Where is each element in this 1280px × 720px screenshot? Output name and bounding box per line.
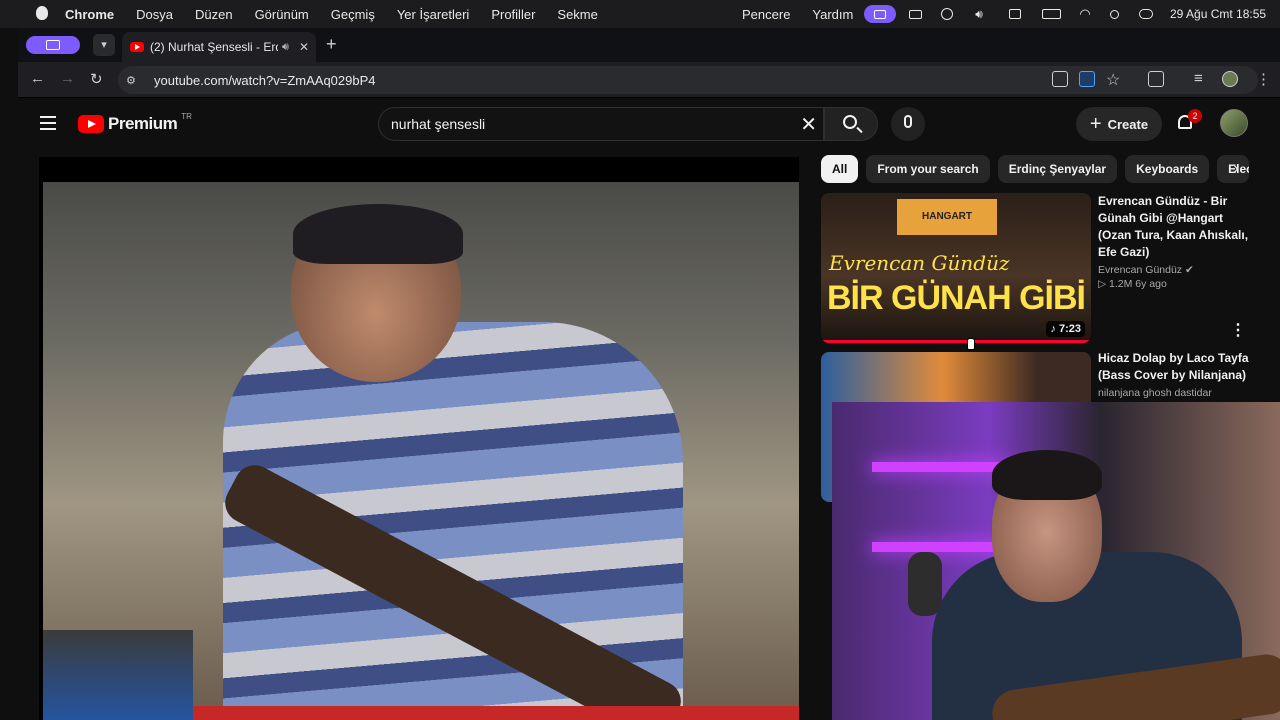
bookmark-star-icon[interactable]: ☆ bbox=[1106, 70, 1120, 90]
video-title[interactable]: Evrencan Gündüz - Bir Günah Gibi @Hangar… bbox=[1098, 193, 1253, 261]
volume-icon[interactable]: 🔊︎ bbox=[970, 5, 988, 23]
media-control-icon[interactable]: ≡ bbox=[1194, 70, 1203, 87]
video-info: Hicaz Dolap by Laco Tayfa (Bass Cover by… bbox=[1098, 350, 1253, 399]
video-frame[interactable] bbox=[43, 182, 799, 720]
avatar[interactable] bbox=[1220, 109, 1248, 137]
webcam-person-hair bbox=[992, 450, 1102, 500]
new-tab-button[interactable]: + bbox=[326, 34, 337, 55]
webcam-shelf bbox=[872, 542, 1012, 552]
logo-text: Premium bbox=[108, 114, 178, 133]
more-options-icon[interactable]: ⋮ bbox=[1230, 320, 1246, 340]
extensions-icon[interactable] bbox=[1148, 71, 1164, 87]
search-button[interactable] bbox=[824, 107, 878, 141]
youtube-favicon-icon bbox=[130, 42, 144, 52]
reload-icon[interactable]: ↻ bbox=[90, 70, 103, 88]
thumb-big-text: BİR GÜNAH GİBİ bbox=[827, 279, 1086, 317]
tab-active[interactable]: (2) Nurhat Şensesli - Erdi 🔊︎ ✕ bbox=[122, 32, 316, 62]
filter-chips: All From your search Erdinç Şenyaylar Ke… bbox=[821, 155, 1250, 183]
country-code: TR bbox=[181, 111, 192, 121]
verified-icon: ✔ bbox=[1184, 264, 1194, 276]
video-title[interactable]: Hicaz Dolap by Laco Tayfa (Bass Cover by… bbox=[1098, 350, 1253, 384]
menu-gecmis[interactable]: Geçmiş bbox=[331, 7, 375, 22]
video-performer-hair bbox=[293, 204, 463, 264]
microphone-icon bbox=[904, 115, 912, 128]
menu-yardim[interactable]: Yardım bbox=[812, 7, 853, 22]
webcam-overlay bbox=[832, 402, 1280, 720]
notification-badge: 2 bbox=[1188, 109, 1202, 123]
translate-icon[interactable] bbox=[1052, 71, 1068, 87]
chip-from-your-search[interactable]: From your search bbox=[866, 155, 990, 183]
webcam-microphone bbox=[908, 552, 942, 616]
chevron-right-icon[interactable]: › bbox=[1224, 157, 1248, 181]
tab-search-dropdown[interactable]: ▾ bbox=[93, 34, 115, 56]
chip-all[interactable]: All bbox=[821, 155, 859, 183]
menu-duzen[interactable]: Düzen bbox=[195, 7, 233, 22]
cast-icon[interactable] bbox=[1079, 71, 1095, 87]
webcam-shelf bbox=[872, 462, 1012, 472]
clock[interactable]: 29 Ağu Cmt 18:55 bbox=[1170, 7, 1266, 21]
menu-gorunum[interactable]: Görünüm bbox=[255, 7, 309, 22]
site-info-icon[interactable]: ⚙ bbox=[126, 74, 142, 87]
menu-yer-isaretleri[interactable]: Yer İşaretleri bbox=[397, 7, 470, 22]
monitor-icon bbox=[46, 40, 60, 50]
window-icon[interactable] bbox=[1006, 5, 1024, 23]
hamburger-menu-icon[interactable] bbox=[40, 116, 56, 134]
audio-playing-icon[interactable]: 🔊︎ bbox=[282, 41, 289, 54]
search-input[interactable]: nurhat şensesli ✕ bbox=[378, 107, 824, 141]
thumb-sign: HANGART bbox=[897, 199, 997, 235]
clear-search-icon[interactable]: ✕ bbox=[800, 112, 817, 137]
record-icon[interactable] bbox=[938, 5, 956, 23]
duration-badge: ♪ 7:23 bbox=[1046, 321, 1085, 337]
notifications-button[interactable]: 2 bbox=[1176, 109, 1202, 133]
menu-pencere[interactable]: Pencere bbox=[742, 7, 790, 22]
channel-name[interactable]: Evrencan Gündüz ✔ bbox=[1098, 264, 1253, 276]
forward-icon[interactable]: → bbox=[60, 70, 75, 87]
tab-strip: ▾ (2) Nurhat Şensesli - Erdi 🔊︎ ✕ + bbox=[18, 28, 1280, 62]
profile-avatar-icon[interactable] bbox=[1222, 71, 1238, 87]
channel-name-text: Evrencan Gündüz bbox=[1098, 264, 1183, 276]
tab-group-chip[interactable] bbox=[26, 36, 80, 54]
video-info: Evrencan Gündüz - Bir Günah Gibi @Hangar… bbox=[1098, 193, 1253, 290]
apple-icon[interactable] bbox=[36, 6, 48, 20]
url-text[interactable]: youtube.com/watch?v=ZmAAq029bP4 bbox=[154, 73, 376, 88]
plus-icon: + bbox=[1089, 112, 1102, 135]
watch-progress-bar bbox=[821, 340, 1091, 343]
chip-erdinc-senyaylar[interactable]: Erdinç Şenyaylar bbox=[997, 155, 1118, 183]
wifi-icon[interactable]: ◠ bbox=[1076, 5, 1094, 23]
video-inset-person bbox=[43, 630, 193, 720]
search-query[interactable]: nurhat şensesli bbox=[391, 116, 485, 132]
create-label: Create bbox=[1107, 116, 1149, 132]
youtube-premium-logo[interactable]: Premium TR bbox=[78, 111, 192, 134]
battery-icon[interactable] bbox=[1040, 5, 1062, 23]
menu-sekme[interactable]: Sekme bbox=[557, 7, 597, 22]
toolbar: ← → ↻ ⚙ youtube.com/watch?v=ZmAAq029bP4 … bbox=[18, 62, 1280, 98]
menu-profiller[interactable]: Profiller bbox=[491, 7, 535, 22]
chip-keyboards[interactable]: Keyboards bbox=[1125, 155, 1210, 183]
menu-dosya[interactable]: Dosya bbox=[136, 7, 173, 22]
spotlight-icon[interactable] bbox=[1106, 5, 1122, 23]
app-menu: Chrome Dosya Düzen Görünüm Geçmiş Yer İş… bbox=[65, 7, 598, 22]
video-player[interactable] bbox=[39, 157, 799, 720]
chrome-menu-icon[interactable]: ⋮ bbox=[1256, 70, 1271, 88]
create-button[interactable]: + Create bbox=[1076, 107, 1162, 141]
channel-name[interactable]: nilanjana ghosh dastidar bbox=[1098, 387, 1253, 399]
display-icon[interactable] bbox=[906, 5, 924, 23]
thumb-script-text: Evrencan Gündüz bbox=[829, 251, 1010, 275]
mouse-cursor-icon bbox=[967, 338, 975, 350]
video-thumbnail[interactable]: HANGART Evrencan Gündüz BİR GÜNAH GİBİ ♪… bbox=[821, 193, 1091, 343]
close-tab-icon[interactable]: ✕ bbox=[299, 40, 309, 54]
tab-title: (2) Nurhat Şensesli - Erdi bbox=[150, 40, 278, 54]
control-center-icon[interactable] bbox=[1136, 5, 1156, 23]
macos-menubar: Chrome Dosya Düzen Görünüm Geçmiş Yer İş… bbox=[0, 0, 1280, 28]
voice-search-button[interactable] bbox=[891, 107, 925, 141]
search-icon bbox=[843, 115, 857, 129]
video-meta: ▷ 1.2M 6y ago bbox=[1098, 278, 1167, 290]
back-icon[interactable]: ← bbox=[30, 70, 45, 87]
youtube-play-icon bbox=[78, 115, 104, 133]
screen-share-icon[interactable] bbox=[864, 5, 896, 23]
menu-chrome[interactable]: Chrome bbox=[65, 7, 114, 22]
